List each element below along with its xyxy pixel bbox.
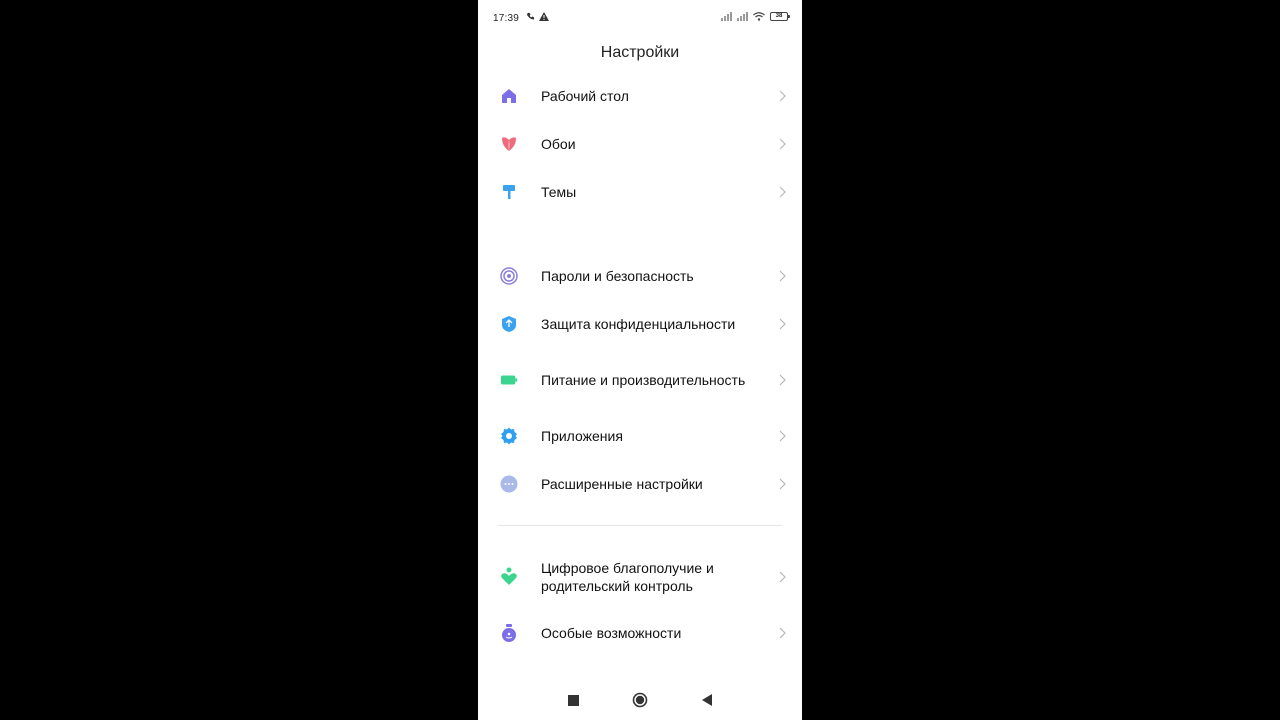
shield-icon <box>500 315 518 333</box>
status-notification-icons <box>526 12 549 21</box>
chevron-right-icon <box>779 90 786 102</box>
settings-item-passwords-security[interactable]: Пароли и безопасность <box>478 264 802 288</box>
settings-item-themes[interactable]: Темы <box>478 180 802 204</box>
settings-item-label: Защита конфиденциальности <box>541 316 736 332</box>
battery-icon <box>500 371 518 389</box>
status-bar: 17:39 38 <box>478 0 802 38</box>
settings-item-accessibility[interactable]: Особые возможности <box>478 621 802 645</box>
settings-item-apps[interactable]: Приложения <box>478 424 802 448</box>
status-system-icons: 38 <box>721 12 790 21</box>
settings-item-label: Пароли и безопасность <box>541 268 694 284</box>
settings-item-digital-wellbeing[interactable]: Цифровое благополучие и родительский кон… <box>478 557 802 597</box>
settings-item-label: Темы <box>541 184 577 200</box>
settings-item-power-performance[interactable]: Питание и производительность <box>478 360 802 400</box>
section-divider <box>498 525 782 526</box>
settings-item-label: Расширенные настройки <box>541 476 703 492</box>
accessibility-icon <box>500 624 518 642</box>
more-dots-icon <box>500 475 518 493</box>
settings-item-label: Особые возможности <box>541 625 682 641</box>
signal-sim2-icon <box>737 12 748 21</box>
navigation-bar <box>478 680 802 720</box>
chevron-right-icon <box>779 270 786 282</box>
settings-item-privacy[interactable]: Защита конфиденциальности <box>478 312 802 336</box>
chevron-right-icon <box>779 430 786 442</box>
settings-item-label: Цифровое благополучие и родительский кон… <box>541 560 714 594</box>
chevron-right-icon <box>779 571 786 583</box>
home-icon <box>500 87 518 105</box>
battery-icon: 38 <box>770 12 790 21</box>
warning-icon <box>539 12 549 21</box>
chevron-right-icon <box>779 627 786 639</box>
chevron-right-icon <box>779 138 786 150</box>
vibrate-call-icon <box>526 12 535 20</box>
fingerprint-icon <box>500 267 518 285</box>
phone-screen: 17:39 38 Настройки Рабочий стол Обои Тем… <box>478 0 802 720</box>
settings-item-label: Обои <box>541 136 576 152</box>
chevron-right-icon <box>779 374 786 386</box>
gear-icon <box>500 427 518 445</box>
back-triangle-icon[interactable] <box>699 692 715 708</box>
chevron-right-icon <box>779 318 786 330</box>
paint-roller-icon <box>500 183 518 201</box>
settings-item-wallpaper[interactable]: Обои <box>478 132 802 156</box>
wellbeing-heart-icon <box>500 567 518 586</box>
wifi-icon <box>753 12 765 21</box>
chevron-right-icon <box>779 478 786 490</box>
signal-sim1-icon <box>721 12 732 21</box>
settings-item-advanced[interactable]: Расширенные настройки <box>478 472 802 496</box>
tulip-icon <box>500 135 518 153</box>
settings-item-label: Питание и производительность <box>541 372 746 388</box>
chevron-right-icon <box>779 186 786 198</box>
settings-item-label: Рабочий стол <box>541 88 629 104</box>
settings-item-label: Приложения <box>541 428 623 444</box>
recents-square-icon[interactable] <box>565 692 581 708</box>
home-circle-icon[interactable] <box>632 692 648 708</box>
status-time: 17:39 <box>493 13 520 24</box>
page-title: Настройки <box>600 44 680 61</box>
settings-item-desktop[interactable]: Рабочий стол <box>478 84 802 108</box>
